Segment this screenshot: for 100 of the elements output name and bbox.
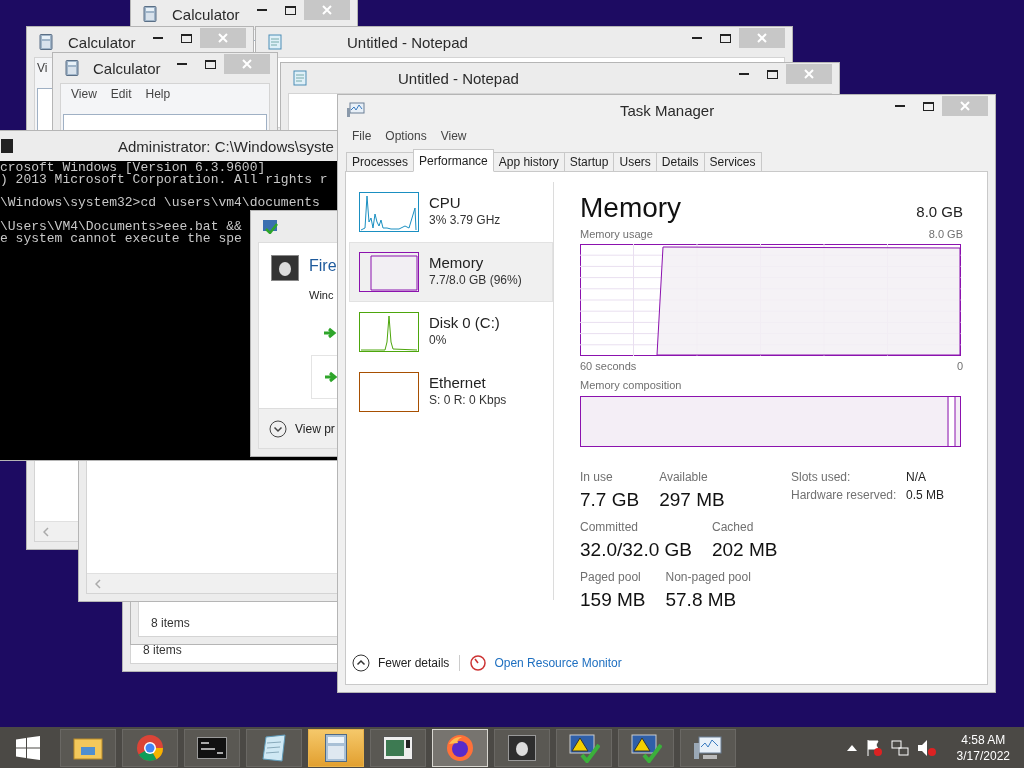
window-title: Administrator: C:\Windows\syste <box>118 137 334 155</box>
menu-item[interactable]: File <box>352 129 372 143</box>
arrow-icon <box>324 371 338 383</box>
minimize-icon <box>895 105 905 107</box>
stat-value: 159 MB <box>580 589 646 611</box>
graph-max: 8.0 GB <box>928 228 963 240</box>
notepad-icon <box>267 34 283 50</box>
stat-label: Non-paged pool <box>665 570 751 584</box>
close-icon <box>960 101 970 111</box>
resource-detail: 0% <box>429 332 448 347</box>
menu-item[interactable]: Vi <box>37 61 48 75</box>
resource-item[interactable]: Memory 7.7/8.0 GB (96%) <box>349 242 553 302</box>
close-icon <box>757 33 767 43</box>
network-icon[interactable] <box>890 738 909 757</box>
taskbar-app-button[interactable] <box>680 728 736 767</box>
hardware-value: N/A <box>906 470 927 484</box>
resource-item[interactable]: CPU 3% 3.79 GHz <box>349 182 553 242</box>
console-line: e system cannot execute the spe <box>0 232 242 245</box>
monitor-warning-icon <box>630 732 662 763</box>
minimize-icon <box>739 73 749 75</box>
menu-item[interactable]: Help <box>145 87 171 101</box>
resource-detail: 7.7/8.0 GB (96%) <box>429 272 522 287</box>
minimize-icon <box>692 37 702 39</box>
console-line: \Windows\system32>cd \users\vm4\documents <box>0 197 320 210</box>
menu-item[interactable]: Edit <box>110 87 132 101</box>
tab[interactable]: Performance <box>413 149 494 172</box>
calculator-icon <box>64 60 80 76</box>
resource-name: Memory <box>429 253 485 271</box>
calculator-icon <box>142 6 158 22</box>
stat-label: Committed <box>580 520 639 534</box>
taskbar-app-button[interactable] <box>370 728 426 767</box>
shield-icon <box>262 218 278 234</box>
flag-icon[interactable] <box>864 738 883 757</box>
taskbar-app-button[interactable] <box>246 728 302 767</box>
clock-time[interactable]: 4:58 AM <box>961 731 1006 748</box>
fox-logo-icon <box>446 733 474 762</box>
monitor-graph-icon <box>347 102 365 118</box>
dialog-text: Winc <box>309 289 335 301</box>
dialog-heading: Fire <box>309 257 337 275</box>
maximize-icon <box>204 59 216 69</box>
hardware-label: Slots used: <box>791 470 852 484</box>
minimize-icon <box>257 9 267 11</box>
monitor-graph-icon <box>693 734 723 761</box>
close-icon <box>242 59 252 69</box>
window-title: Untitled - Notepad <box>398 69 519 87</box>
scroll-left-icon <box>95 578 101 589</box>
tab[interactable]: Processes <box>346 152 415 172</box>
console-line: crosoft Windows [Version 6.3.9600] <box>0 162 266 175</box>
resource-monitor-link[interactable]: Open Resource Monitor <box>494 656 622 670</box>
stat-label: Available <box>659 470 709 484</box>
total-memory: 8.0 GB <box>916 203 963 220</box>
taskbar-app-button[interactable] <box>494 728 550 767</box>
close-icon <box>322 5 332 15</box>
close-icon <box>218 33 228 43</box>
resource-name: Disk 0 (C:) <box>429 313 500 331</box>
chevron-down-icon[interactable] <box>269 419 287 438</box>
maximize-icon <box>180 33 192 43</box>
maximize-icon <box>922 101 934 111</box>
maximize-icon <box>284 5 296 15</box>
window-title: Calculator <box>68 33 136 51</box>
menu-item[interactable]: View <box>71 87 97 101</box>
time-end: 0 <box>956 360 963 372</box>
resource-name: CPU <box>429 193 462 211</box>
status-text: 8 items <box>142 642 183 659</box>
stat-label: In use <box>580 470 614 484</box>
stat-label: Paged pool <box>580 570 642 584</box>
terminal-icon <box>197 736 227 759</box>
resource-detail: S: 0 R: 0 Kbps <box>429 392 507 407</box>
stat-value: 57.8 MB <box>665 589 738 611</box>
stat-label: Cached <box>711 520 755 534</box>
taskbar-app-button[interactable] <box>308 728 364 767</box>
tab[interactable]: Services <box>703 152 762 172</box>
tab[interactable]: Startup <box>563 152 615 172</box>
maximize-icon <box>719 33 731 43</box>
taskbar-app-button[interactable] <box>556 728 612 767</box>
taskbar-app-button[interactable] <box>184 728 240 767</box>
window-title: Calculator <box>172 5 240 23</box>
fewer-details-toggle[interactable]: Fewer details <box>378 656 450 670</box>
taskbar-app-button[interactable] <box>618 728 674 767</box>
menu-item[interactable]: Options <box>385 129 427 143</box>
console-line: ) 2013 Microsoft Corporation. All rights r <box>0 174 328 187</box>
menu-item[interactable]: View <box>440 129 467 143</box>
bug-shield-icon <box>271 255 299 281</box>
tab[interactable]: App history <box>492 152 565 172</box>
resource-item[interactable]: Ethernet S: 0 R: 0 Kbps <box>349 362 553 422</box>
chevron-up-icon[interactable] <box>352 654 370 672</box>
clock-date[interactable]: 3/17/2022 <box>956 747 1010 764</box>
hardware-label: Hardware reserved: <box>791 488 898 502</box>
speaker-muted-icon[interactable] <box>916 738 937 757</box>
status-text: 8 items <box>150 615 191 632</box>
calculator-icon <box>38 34 54 50</box>
resource-item[interactable]: Disk 0 (C:) 0% <box>349 302 553 362</box>
taskbar-app-button[interactable] <box>122 728 178 767</box>
arrow-icon <box>323 327 337 339</box>
caret-up-icon[interactable] <box>846 744 857 751</box>
taskbar-app-button[interactable] <box>60 728 116 767</box>
hardware-value: 0.5 MB <box>906 488 945 502</box>
resource-name: Ethernet <box>429 373 487 391</box>
window-title: Calculator <box>93 59 161 77</box>
details-toggle[interactable]: View pr <box>295 421 335 436</box>
